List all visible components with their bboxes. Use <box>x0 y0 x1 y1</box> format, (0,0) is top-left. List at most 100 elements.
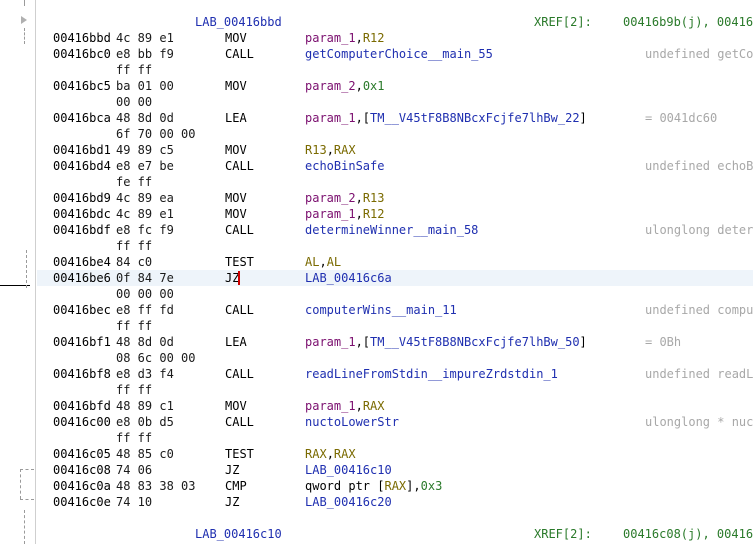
instruction-address[interactable]: 00416bdc <box>53 206 111 222</box>
instruction-row[interactable]: 00416bca 48 8d 0d LEA param_1,[TM__V45tF8B8… <box>37 110 753 126</box>
instruction-bytes[interactable]: 08 6c 00 00 <box>116 350 195 366</box>
instruction-bytes[interactable]: 00 00 <box>116 94 152 110</box>
instruction-operands[interactable]: param_1,R12 <box>305 30 385 46</box>
instruction-row[interactable]: 00416c05 48 85 c0 TEST RAX,RAX <box>37 446 753 462</box>
operand-param[interactable]: param_1 <box>305 399 356 413</box>
instruction-address[interactable]: 00416be6 <box>53 270 111 286</box>
flow-arrow-icon[interactable] <box>21 16 27 24</box>
instruction-bytes[interactable]: fe ff <box>116 174 152 190</box>
instruction-operands[interactable]: determineWinner__main_58 <box>305 222 478 238</box>
instruction-address[interactable]: 00416bd1 <box>53 142 111 158</box>
instruction-row[interactable]: 00416c00 e8 0b d5 CALL nuctoLowerStr ulonglo… <box>37 414 753 430</box>
operand-reg[interactable]: R13 <box>305 143 327 157</box>
operand-sym[interactable]: TM__V45tF8B8NBcxFcjfe7lhBw_50 <box>370 335 580 349</box>
instruction-bytes[interactable]: e8 bb f9 <box>116 46 174 62</box>
instruction-mnemonic[interactable]: JZ <box>225 462 239 478</box>
instruction-row[interactable]: 00416bbd 4c 89 e1 MOV param_1,R12 <box>37 30 753 46</box>
operand-reg[interactable]: RAX <box>334 143 356 157</box>
instruction-continuation-row[interactable]: ff ff <box>37 318 753 334</box>
operand-imm[interactable]: 0x1 <box>363 79 385 93</box>
instruction-bytes[interactable]: 48 83 38 03 <box>116 478 195 494</box>
instruction-operands[interactable]: LAB_00416c20 <box>305 494 392 510</box>
instruction-bytes[interactable]: ff ff <box>116 382 152 398</box>
instruction-address[interactable]: 00416bc5 <box>53 78 111 94</box>
instruction-continuation-row[interactable]: 00 00 00 <box>37 286 753 302</box>
instruction-mnemonic[interactable]: CALL <box>225 302 254 318</box>
instruction-address[interactable]: 00416c0a <box>53 478 111 494</box>
instruction-operands[interactable]: AL,AL <box>305 254 341 270</box>
instruction-bytes[interactable]: 48 85 c0 <box>116 446 174 462</box>
instruction-continuation-row[interactable]: 6f 70 00 00 <box>37 126 753 142</box>
xref-values[interactable]: 00416c08(j), 00416c <box>623 526 753 542</box>
instruction-address[interactable]: 00416bd4 <box>53 158 111 174</box>
operand-reg[interactable]: RAX <box>334 447 356 461</box>
operand-sym[interactable]: LAB_00416c20 <box>305 495 392 509</box>
instruction-address[interactable]: 00416be4 <box>53 254 111 270</box>
operand-param[interactable]: param_2 <box>305 79 356 93</box>
operand-reg[interactable]: AL <box>305 255 319 269</box>
instruction-mnemonic[interactable]: CALL <box>225 366 254 382</box>
instruction-address[interactable]: 00416bd9 <box>53 190 111 206</box>
instruction-operands[interactable]: LAB_00416c6a <box>305 270 392 286</box>
instruction-mnemonic[interactable]: MOV <box>225 30 247 46</box>
xref-values[interactable]: 00416b9b(j), 00416c0 <box>623 14 753 30</box>
instruction-address[interactable]: 00416bca <box>53 110 111 126</box>
instruction-mnemonic[interactable]: MOV <box>225 206 247 222</box>
instruction-row[interactable]: 00416bc0 e8 bb f9 CALL getComputerChoice__m… <box>37 46 753 62</box>
instruction-bytes[interactable]: 74 10 <box>116 494 152 510</box>
instruction-bytes[interactable]: 4c 89 e1 <box>116 206 174 222</box>
instruction-bytes[interactable]: ff ff <box>116 430 152 446</box>
operand-sym[interactable]: LAB_00416c10 <box>305 463 392 477</box>
instruction-operands[interactable]: qword ptr [RAX],0x3 <box>305 478 442 494</box>
operand-imm[interactable]: 0x3 <box>421 479 443 493</box>
instruction-address[interactable]: 00416c05 <box>53 446 111 462</box>
instruction-row[interactable]: 00416bd4 e8 e7 be CALL echoBinSafe undefined… <box>37 158 753 174</box>
operand-sym[interactable]: determineWinner__main_58 <box>305 223 478 237</box>
instruction-address[interactable]: 00416bbd <box>53 30 111 46</box>
instruction-operands[interactable]: LAB_00416c10 <box>305 462 392 478</box>
instruction-bytes[interactable]: ba 01 00 <box>116 78 174 94</box>
instruction-operands[interactable]: nuctoLowerStr <box>305 414 399 430</box>
instruction-operands[interactable]: param_2,0x1 <box>305 78 385 94</box>
operand-reg[interactable]: AL <box>327 255 341 269</box>
instruction-address[interactable]: 00416c08 <box>53 462 111 478</box>
instruction-mnemonic[interactable]: JZ <box>225 494 239 510</box>
instruction-operands[interactable]: readLineFromStdin__impureZrdstdin_1 <box>305 366 558 382</box>
instruction-mnemonic[interactable]: LEA <box>225 110 247 126</box>
instruction-mnemonic[interactable]: CALL <box>225 414 254 430</box>
instruction-row[interactable]: 00416bc5 ba 01 00 MOV param_2,0x1 <box>37 78 753 94</box>
operand-param[interactable]: param_1 <box>305 207 356 221</box>
operand-reg[interactable]: R13 <box>363 191 385 205</box>
instruction-address[interactable]: 00416bdf <box>53 222 111 238</box>
operand-param[interactable]: param_2 <box>305 191 356 205</box>
instruction-bytes[interactable]: 6f 70 00 00 <box>116 126 195 142</box>
instruction-row[interactable]: 00416c0e 74 10 JZ LAB_00416c20 <box>37 494 753 510</box>
instruction-continuation-row[interactable]: fe ff <box>37 174 753 190</box>
instruction-row[interactable]: 00416bdf e8 fc f9 CALL determineWinner__mai… <box>37 222 753 238</box>
instruction-bytes[interactable]: ff ff <box>116 238 152 254</box>
instruction-address[interactable]: 00416bc0 <box>53 46 111 62</box>
listing-gutter[interactable] <box>0 0 36 544</box>
instruction-address[interactable]: 00416bf8 <box>53 366 111 382</box>
operand-param[interactable]: param_1 <box>305 335 356 349</box>
instruction-bytes[interactable]: ff ff <box>116 62 152 78</box>
instruction-mnemonic[interactable]: CALL <box>225 158 254 174</box>
instruction-bytes[interactable]: 48 8d 0d <box>116 334 174 350</box>
instruction-continuation-row[interactable]: ff ff <box>37 238 753 254</box>
instruction-bytes[interactable]: 0f 84 7e <box>116 270 174 286</box>
operand-reg[interactable]: RAX <box>384 479 406 493</box>
instruction-mnemonic[interactable]: CALL <box>225 222 254 238</box>
instruction-bytes[interactable]: 4c 89 ea <box>116 190 174 206</box>
instruction-operands[interactable]: param_1,[TM__V45tF8B8NBcxFcjfe7lhBw_50] <box>305 334 587 350</box>
instruction-bytes[interactable]: 48 89 c1 <box>116 398 174 414</box>
instruction-bytes[interactable]: 84 c0 <box>116 254 152 270</box>
operand-reg[interactable]: R12 <box>363 207 385 221</box>
instruction-mnemonic[interactable]: LEA <box>225 334 247 350</box>
operand-reg[interactable]: RAX <box>305 447 327 461</box>
operand-param[interactable]: param_1 <box>305 31 356 45</box>
instruction-row[interactable]: 00416bf8 e8 d3 f4 CALL readLineFromStdin__i… <box>37 366 753 382</box>
operand-sym[interactable]: echoBinSafe <box>305 159 384 173</box>
instruction-row[interactable]: 00416bd9 4c 89 ea MOV param_2,R13 <box>37 190 753 206</box>
instruction-continuation-row[interactable]: ff ff <box>37 62 753 78</box>
instruction-bytes[interactable]: e8 e7 be <box>116 158 174 174</box>
